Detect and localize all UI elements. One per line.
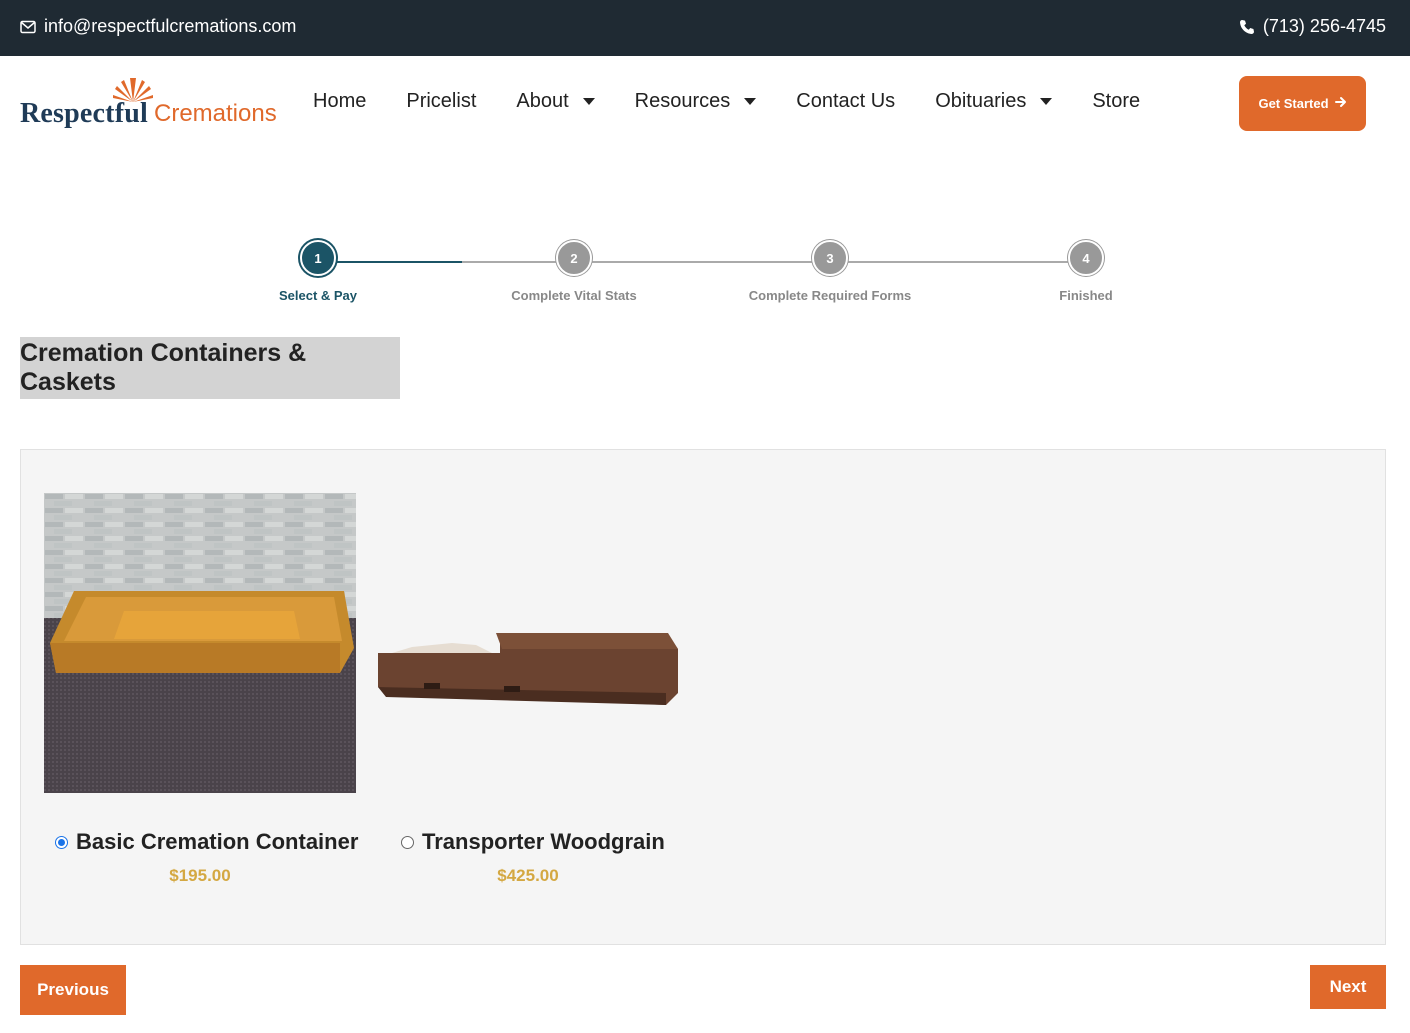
nav-item-obituaries[interactable]: Obituaries (935, 90, 1053, 113)
nav-item-about[interactable]: About (516, 90, 595, 113)
step-label: Finished (1059, 288, 1113, 303)
nav-item-home[interactable]: Home (313, 90, 366, 113)
phone-text: (713) 256-4745 (1262, 16, 1386, 36)
caret-down-icon (582, 98, 595, 105)
email-link[interactable]: info@respectfulcremations.com (20, 16, 296, 37)
step-number: 3 (812, 240, 848, 276)
nav-label: Home (313, 90, 367, 112)
caret-down-icon (744, 98, 757, 105)
arrow-right-icon (1334, 96, 1347, 111)
caret-down-icon (1040, 98, 1053, 105)
radio-transporter-woodgrain[interactable] (401, 835, 414, 849)
product-option-transporter-woodgrain[interactable]: Transporter Woodgrain (401, 829, 665, 855)
step-finished[interactable]: 4 Finished (966, 240, 1206, 303)
logo-word-cremations: Cremations (154, 100, 277, 127)
top-contact-bar: info@respectfulcremations.com (713) 256-… (0, 0, 1410, 56)
progress-stepper: 1 Select & Pay 2 Complete Vital Stats 3 … (0, 240, 1410, 320)
next-button[interactable]: Next (1310, 965, 1386, 1009)
basic-container-image[interactable] (44, 493, 356, 793)
section-title: Cremation Containers & Caskets (20, 337, 400, 399)
product-option-basic-container[interactable]: Basic Cremation Container (55, 829, 358, 855)
logo-word-respectful: Respectful (20, 98, 148, 129)
nav-label: About (516, 90, 569, 112)
email-text: info@respectfulcremations.com (44, 16, 297, 36)
nav-item-pricelist[interactable]: Pricelist (406, 90, 476, 113)
nav-label: Resources (634, 90, 731, 112)
site-header: Respectful Cremations Home Pricelist Abo… (0, 56, 1410, 152)
site-logo[interactable]: Respectful Cremations (20, 76, 280, 132)
phone-link[interactable]: (713) 256-4745 (1239, 16, 1386, 37)
product-selection-panel: Basic Cremation Container $195.00 Transp… (20, 449, 1386, 945)
transporter-woodgrain-image[interactable] (372, 493, 684, 793)
previous-button[interactable]: Previous (20, 965, 126, 1015)
phone-icon (1239, 19, 1255, 35)
nav-label: Pricelist (406, 90, 477, 112)
step-label: Complete Vital Stats (511, 288, 637, 303)
step-number: 4 (1068, 240, 1104, 276)
nav-label: Obituaries (935, 90, 1027, 112)
step-required-forms[interactable]: 3 Complete Required Forms (710, 240, 950, 303)
step-label: Select & Pay (278, 288, 358, 303)
nav-label: Contact Us (796, 90, 896, 112)
step-vital-stats[interactable]: 2 Complete Vital Stats (454, 240, 694, 303)
radio-basic-container[interactable] (55, 835, 68, 849)
product-price: $195.00 (169, 866, 231, 885)
nav-label: Store (1092, 90, 1141, 112)
product-name: Transporter Woodgrain (422, 829, 665, 854)
nav-item-store[interactable]: Store (1092, 90, 1140, 113)
main-nav: Home Pricelist About Resources Contact U… (313, 90, 1180, 113)
step-select-pay[interactable]: 1 Select & Pay (198, 240, 438, 303)
product-name: Basic Cremation Container (76, 829, 359, 854)
get-started-label: Get Started (1258, 96, 1329, 111)
envelope-icon (20, 20, 36, 34)
step-label: Complete Required Forms (748, 288, 912, 303)
nav-item-resources[interactable]: Resources (635, 90, 757, 113)
get-started-button[interactable]: Get Started (1239, 76, 1366, 131)
step-number: 1 (300, 240, 336, 276)
product-price: $425.00 (497, 866, 559, 885)
nav-item-contact-us[interactable]: Contact Us (796, 90, 895, 113)
step-number: 2 (556, 240, 592, 276)
